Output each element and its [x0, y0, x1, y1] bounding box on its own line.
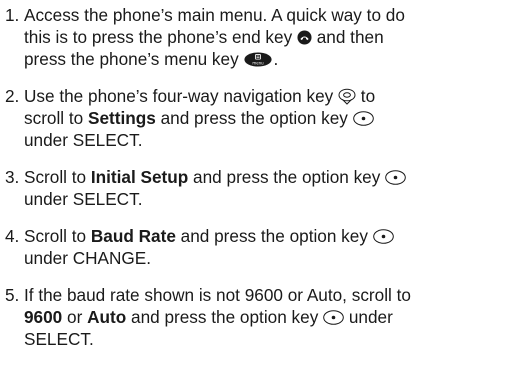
- step-number: 2.: [5, 86, 20, 106]
- option-key-icon: [352, 111, 374, 126]
- menu-item-name: Initial Setup: [90, 167, 189, 187]
- step-text: Scroll to: [24, 226, 91, 246]
- step-text: under SELECT.: [24, 130, 143, 150]
- step-text: Scroll to: [24, 167, 91, 187]
- step-number: 3.: [5, 167, 20, 187]
- step-text: or: [62, 307, 88, 327]
- step-line: Use the phone’s four-way navigation key …: [24, 85, 520, 107]
- menu-key-label: menu: [253, 60, 265, 65]
- step-text: and press the option key: [126, 307, 319, 327]
- step-line: under SELECT.: [24, 129, 520, 151]
- step-text: scroll to: [24, 108, 88, 128]
- menu-item-name: 9600: [24, 307, 63, 327]
- step-text: under SELECT.: [24, 189, 143, 209]
- menu-item-name: Baud Rate: [90, 226, 176, 246]
- step-text: .: [273, 49, 279, 69]
- menu-item-name: Settings: [88, 108, 156, 128]
- step-line: press the phone’s menu key menu.: [24, 48, 520, 70]
- step-text: and press the option key: [175, 226, 368, 246]
- menu-item-name: Auto: [87, 307, 127, 327]
- step-text: Access the phone’s main menu. A quick wa…: [24, 5, 405, 25]
- step-line: If the baud rate shown is not 9600 or Au…: [24, 284, 520, 306]
- step-number: 1.: [5, 5, 20, 25]
- step-line: 9600 or Auto and press the option key un…: [24, 306, 520, 328]
- step-line: under SELECT.: [24, 188, 520, 210]
- step-line: Access the phone’s main menu. A quick wa…: [24, 4, 520, 26]
- step-line: this is to press the phone’s end key and…: [24, 26, 520, 48]
- step-line: SELECT.: [24, 328, 520, 350]
- menu-key-icon: menu: [243, 52, 273, 67]
- option-key-icon: [323, 310, 344, 325]
- step-text: to: [356, 86, 376, 106]
- step-text: under CHANGE.: [24, 248, 152, 268]
- step-text: and press the option key: [155, 108, 348, 128]
- step-line: Scroll to Initial Setup and press the op…: [24, 166, 520, 188]
- step-text: If the baud rate shown is not 9600 or Au…: [24, 285, 411, 305]
- step-number: 4.: [5, 226, 20, 246]
- option-key-icon: [385, 170, 406, 185]
- step-2: 2. Use the phone’s four-way navigation k…: [0, 85, 526, 151]
- step-text: under: [344, 307, 393, 327]
- step-text: and press the option key: [188, 167, 381, 187]
- step-5: 5. If the baud rate shown is not 9600 or…: [0, 284, 526, 350]
- step-text: this is to press the phone’s end key: [24, 27, 293, 47]
- step-text: press the phone’s menu key: [24, 49, 239, 69]
- four-way-navigation-key-icon: [338, 88, 356, 105]
- step-line: Scroll to Baud Rate and press the option…: [24, 225, 520, 247]
- step-text: SELECT.: [24, 329, 94, 349]
- step-1: 1. Access the phone’s main menu. A quick…: [0, 4, 526, 70]
- step-4: 4. Scroll to Baud Rate and press the opt…: [0, 225, 526, 269]
- instruction-list: 1. Access the phone’s main menu. A quick…: [0, 4, 526, 365]
- step-text: Use the phone’s four-way navigation key: [24, 86, 334, 106]
- end-key-icon: [297, 30, 312, 45]
- step-number: 5.: [5, 285, 20, 305]
- step-line: under CHANGE.: [24, 247, 520, 269]
- step-text: and then: [311, 27, 384, 47]
- step-line: scroll to Settings and press the option …: [24, 107, 520, 129]
- step-3: 3. Scroll to Initial Setup and press the…: [0, 166, 526, 210]
- option-key-icon: [372, 229, 394, 244]
